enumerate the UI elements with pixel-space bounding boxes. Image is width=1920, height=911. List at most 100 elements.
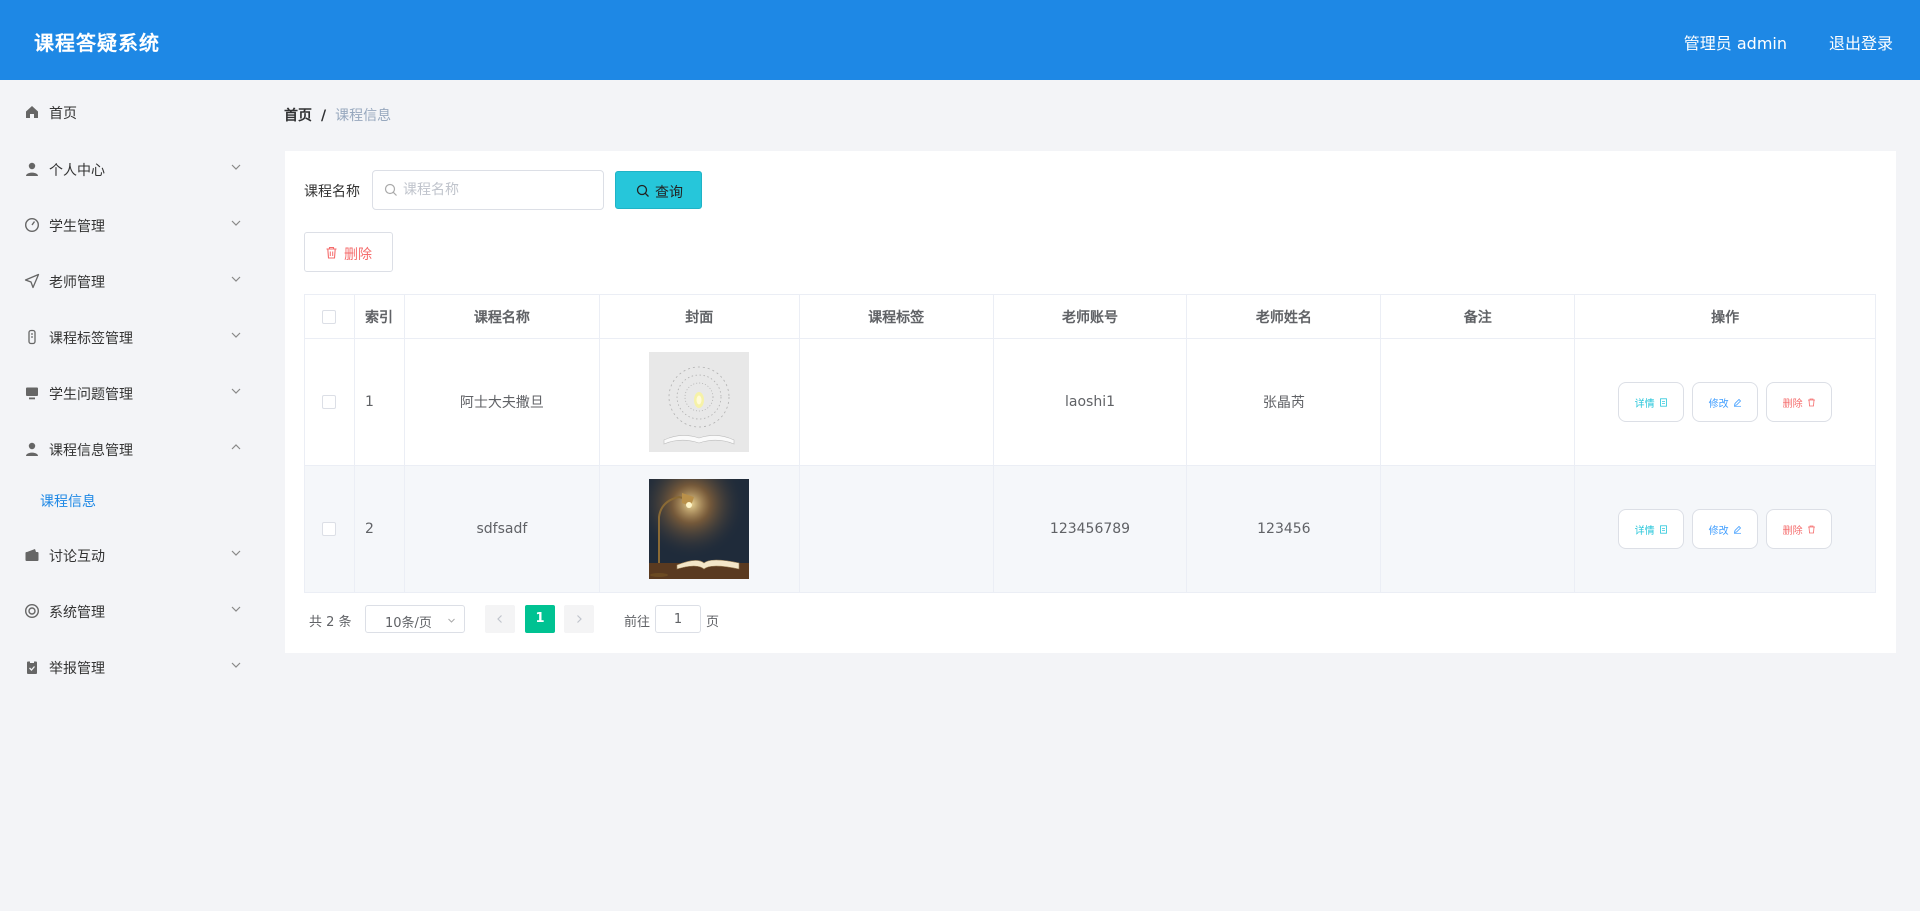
chevron-up-icon (231, 444, 241, 450)
search-icon (636, 184, 649, 197)
sidebar-item-discussion[interactable]: 讨论互动 (0, 535, 260, 575)
edit-button-label: 修改 (1708, 398, 1729, 410)
detail-button[interactable]: 详情 (1618, 382, 1685, 422)
batch-delete-button[interactable]: 删除 (304, 232, 393, 272)
course-cover-image (649, 479, 750, 579)
cell-course-tag (799, 466, 994, 593)
chevron-down-icon (231, 220, 241, 226)
select-all-checkbox[interactable] (322, 309, 337, 324)
search-field[interactable] (372, 170, 604, 210)
cell-teacher-account: laoshi1 (993, 339, 1188, 466)
sidebar-item-report-management[interactable]: 举报管理 (0, 647, 260, 687)
page-suffix: 页 (706, 615, 720, 630)
pencil-icon (1733, 398, 1741, 407)
goto-page-input[interactable] (655, 605, 701, 633)
next-page-button[interactable] (564, 605, 594, 633)
search-icon (384, 183, 397, 196)
cell-cover (599, 339, 800, 466)
column-header: 课程标签 (799, 295, 994, 339)
column-header: 课程名称 (404, 295, 600, 339)
page-size-select[interactable]: 10条/页 (365, 605, 465, 633)
cell-cover (599, 466, 800, 593)
current-user: 管理员 admin (1683, 34, 1787, 53)
clipboard-icon (27, 660, 37, 674)
sidebar: 首页 个人中心 学生管理 老师管理 课程标签管理 学生问题管理 课程信息管理 课… (0, 80, 260, 911)
sidebar-item-label: 课程信息管理 (49, 443, 133, 459)
prev-page-button[interactable] (485, 605, 515, 633)
sidebar-subitem-label: 课程信息 (40, 494, 96, 510)
detail-button-label: 详情 (1634, 525, 1655, 537)
column-header: 备注 (1381, 295, 1576, 339)
tag-icon (28, 329, 36, 345)
home-icon (26, 106, 38, 118)
sidebar-item-course-tag-management[interactable]: 课程标签管理 (0, 317, 260, 357)
search-label: 课程名称 (304, 184, 360, 200)
course-cover-image (649, 352, 750, 452)
cell-index: 1 (354, 339, 405, 466)
table-row: 2 sdfsadf 123456789 123456 详情 修改 删除 (305, 466, 1876, 593)
sidebar-subitem-course-info[interactable]: 课程信息 (0, 480, 260, 520)
send-icon (24, 273, 40, 289)
user-icon (26, 162, 38, 176)
cell-course-name: 阿士大夫撒旦 (404, 339, 600, 466)
sidebar-item-label: 课程标签管理 (49, 331, 133, 347)
column-header: 老师姓名 (1187, 295, 1382, 339)
sidebar-item-system-management[interactable]: 系统管理 (0, 591, 260, 631)
delete-button-label: 删除 (1782, 398, 1803, 410)
chevron-down-icon (231, 332, 241, 338)
cell-actions: 详情 修改 删除 (1575, 466, 1876, 593)
trash-icon (1807, 525, 1815, 533)
cell-course-name: sdfsadf (404, 466, 600, 593)
column-header: 操作 (1575, 295, 1876, 339)
document-icon (1659, 397, 1667, 407)
detail-button[interactable]: 详情 (1618, 509, 1685, 549)
chevron-right-icon (577, 615, 582, 623)
course-table: 索引 课程名称 封面 课程标签 老师账号 老师姓名 备注 操作 1 阿士大夫撒旦 (304, 294, 1876, 593)
cell-actions: 详情 修改 删除 (1575, 339, 1876, 466)
delete-button[interactable]: 删除 (1766, 509, 1833, 549)
sidebar-item-personal-center[interactable]: 个人中心 (0, 149, 260, 189)
edit-button[interactable]: 修改 (1692, 509, 1759, 549)
column-header: 老师账号 (993, 295, 1188, 339)
sidebar-item-label: 学生管理 (49, 219, 105, 235)
detail-button-label: 详情 (1634, 398, 1655, 410)
sidebar-item-label: 举报管理 (49, 661, 105, 677)
breadcrumb: 首页 / 课程信息 (284, 105, 391, 125)
sidebar-item-label: 老师管理 (49, 275, 105, 291)
sidebar-item-label: 系统管理 (49, 605, 105, 621)
page-number-current[interactable]: 1 (525, 605, 555, 633)
sidebar-item-student-management[interactable]: 学生管理 (0, 205, 260, 245)
header-checkbox-cell (305, 295, 355, 339)
logout-link[interactable]: 退出登录 (1829, 30, 1893, 54)
delete-button[interactable]: 删除 (1766, 382, 1833, 422)
chevron-down-icon (231, 388, 241, 394)
sidebar-item-home[interactable]: 首页 (0, 92, 260, 132)
cell-course-tag (799, 339, 994, 466)
pagination-total: 共 2 条 (309, 615, 352, 630)
sidebar-item-label: 学生问题管理 (49, 387, 133, 403)
sidebar-item-teacher-management[interactable]: 老师管理 (0, 261, 260, 301)
row-checkbox[interactable] (322, 522, 337, 536)
chevron-down-icon (231, 606, 241, 612)
table-body: 1 阿士大夫撒旦 laoshi1 张晶芮 详情 修改 删除 2 sdfsadf … (305, 339, 1876, 593)
breadcrumb-home[interactable]: 首页 (284, 108, 312, 124)
chevron-down-icon (231, 662, 241, 668)
gauge-icon (24, 217, 40, 233)
chevron-down-icon (448, 618, 455, 623)
sidebar-item-student-question-management[interactable]: 学生问题管理 (0, 373, 260, 413)
cell-teacher-name: 张晶芮 (1187, 339, 1382, 466)
row-checkbox-cell (305, 466, 355, 593)
cell-teacher-account: 123456789 (993, 466, 1188, 593)
monitor-icon (26, 387, 38, 400)
query-button[interactable]: 查询 (615, 171, 702, 209)
sidebar-item-course-info-management[interactable]: 课程信息管理 (0, 429, 260, 469)
sidebar-item-label: 讨论互动 (49, 549, 105, 565)
chevron-down-icon (231, 276, 241, 282)
breadcrumb-current: 课程信息 (335, 108, 392, 124)
settings-icon (24, 603, 40, 619)
search-input[interactable] (403, 179, 593, 201)
row-checkbox[interactable] (322, 395, 337, 409)
sidebar-item-label: 首页 (49, 106, 77, 122)
table-row: 1 阿士大夫撒旦 laoshi1 张晶芮 详情 修改 删除 (305, 339, 1876, 466)
edit-button[interactable]: 修改 (1692, 382, 1759, 422)
